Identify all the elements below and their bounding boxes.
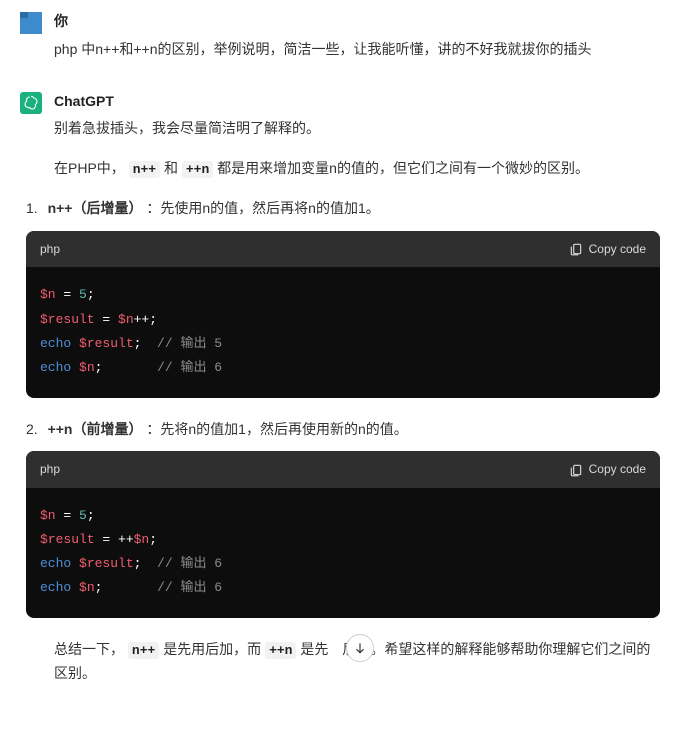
assistant-summary: 总结一下， n++ 是先用后加，而 ++n 是先加后用。希望这样的解释能够帮助你… <box>54 638 660 686</box>
user-avatar <box>20 12 42 34</box>
copy-label: Copy code <box>589 459 646 479</box>
list-item: ++n（前增量） ：先将n的值加1，然后再使用新的n的值。 php Copy c… <box>26 418 660 618</box>
code-content: $n = 5; $result = ++$n; echo $result; //… <box>26 488 660 618</box>
inline-code: ++n <box>265 642 296 659</box>
clipboard-icon <box>569 242 583 256</box>
assistant-paragraph: 别着急拔插头，我会尽量简洁明了解释的。 <box>54 117 660 141</box>
assistant-paragraph: 在PHP中， n++ 和 ++n 都是用来增加变量n的值的，但它们之间有一个微妙… <box>54 157 660 181</box>
text-span: 是先 <box>300 641 328 657</box>
assistant-name: ChatGPT <box>54 90 660 114</box>
assistant-message: ChatGPT 别着急拔插头，我会尽量简洁明了解释的。 在PHP中， n++ 和… <box>20 90 660 702</box>
item-title: ++n（前增量） <box>48 421 143 437</box>
assistant-avatar <box>20 92 42 114</box>
inline-code: n++ <box>128 642 159 659</box>
inline-code: ++n <box>182 161 213 178</box>
item-desc: ：先将n的值加1，然后再使用新的n的值。 <box>142 421 407 437</box>
clipboard-icon <box>569 463 583 477</box>
code-block: php Copy code $n = 5; $result = $n++; ec… <box>26 231 660 398</box>
user-name: 你 <box>54 10 660 34</box>
scroll-down-button[interactable] <box>346 634 374 662</box>
code-lang-label: php <box>40 459 60 479</box>
arrow-down-icon <box>353 641 367 655</box>
item-title: n++（后增量） <box>48 200 143 216</box>
text-span: 在PHP中， <box>54 160 125 176</box>
copy-code-button[interactable]: Copy code <box>569 459 646 479</box>
inline-code: n++ <box>129 161 160 178</box>
openai-icon <box>23 95 39 111</box>
user-message: 你 php 中n++和++n的区别，举例说明，简洁一些，让我能听懂，讲的不好我就… <box>20 10 660 62</box>
code-lang-label: php <box>40 239 60 259</box>
list-item: n++（后增量） ：先使用n的值，然后再将n的值加1。 php Copy cod… <box>26 197 660 397</box>
copy-label: Copy code <box>589 239 646 259</box>
copy-code-button[interactable]: Copy code <box>569 239 646 259</box>
text-span: 总结一下， <box>54 641 124 657</box>
text-span: 和 <box>164 160 178 176</box>
code-content: $n = 5; $result = $n++; echo $result; //… <box>26 267 660 397</box>
item-desc: ：先使用n的值，然后再将n的值加1。 <box>142 200 379 216</box>
text-span: 是先用后加，而 <box>163 641 261 657</box>
user-text: php 中n++和++n的区别，举例说明，简洁一些，让我能听懂，讲的不好我就拔你… <box>54 38 660 62</box>
code-block: php Copy code $n = 5; $result = ++$n; ec… <box>26 451 660 618</box>
text-span: 都是用来增加变量n的值的，但它们之间有一个微妙的区别。 <box>217 160 589 176</box>
